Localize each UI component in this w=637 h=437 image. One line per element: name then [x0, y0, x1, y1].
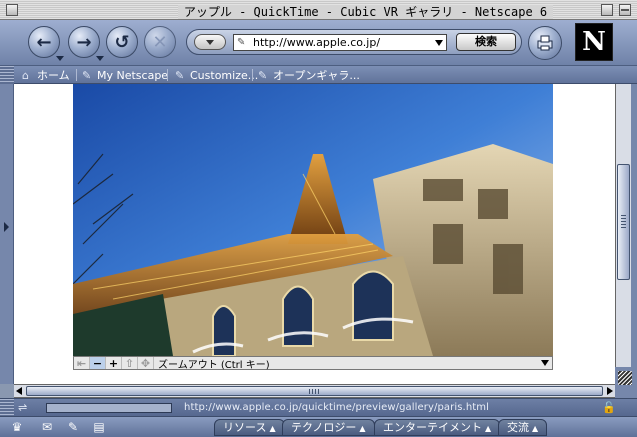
- navigator-icon[interactable]: ♛: [8, 420, 26, 434]
- tab-label: エンターテイメント: [383, 421, 482, 434]
- bookmark-icon: ✎: [82, 68, 92, 82]
- progress-bar: [46, 403, 172, 413]
- qt-move-button[interactable]: ✥: [138, 357, 154, 370]
- personal-toolbar: ⌂ ホーム ✎ My Netscape ✎ Customize... ✎ オープ…: [0, 66, 637, 84]
- toolbar-separator: [252, 69, 253, 81]
- qt-zoom-in-button[interactable]: +: [106, 357, 122, 370]
- url-bar-group: ✎ http://www.apple.co.jp/ 検索: [186, 29, 522, 55]
- status-url: http://www.apple.co.jp/quicktime/preview…: [184, 402, 489, 413]
- tab-label: テクノロジー: [291, 421, 357, 434]
- personal-item-my-netscape[interactable]: ✎ My Netscape: [82, 68, 168, 82]
- stop-icon: ✕: [152, 31, 168, 53]
- bookmark-icon: ✎: [258, 68, 268, 82]
- component-bar: ♛ ✉ ✎ ▤ リソース ▲ テクノロジー ▲ エンターテイメント ▲ 交流 ▲: [0, 416, 637, 437]
- qt-menu-icon[interactable]: [538, 357, 552, 369]
- url-history-button[interactable]: [194, 34, 226, 50]
- personal-item-open-gallery[interactable]: ✎ オープンギャラ...: [258, 68, 360, 82]
- qt-back-button[interactable]: ⇤: [74, 357, 90, 370]
- reload-button[interactable]: ↺: [106, 26, 138, 58]
- bookmark-icon: ✎: [175, 68, 185, 82]
- navigation-toolbar: ← → ↺ ✕ ✎ http://www.apple.co.jp/ 検索 N: [0, 20, 637, 66]
- print-icon: [537, 35, 553, 51]
- caret-up-icon: ▲: [269, 424, 276, 433]
- url-field[interactable]: ✎ http://www.apple.co.jp/: [233, 34, 447, 51]
- zoom-box[interactable]: [601, 4, 613, 16]
- logo-letter: N: [582, 27, 606, 57]
- toolbar-separator: [167, 69, 168, 81]
- toolbar-separator: [76, 69, 77, 81]
- personal-item-label: Customize...: [190, 68, 259, 82]
- statusbar-grip[interactable]: [0, 399, 14, 417]
- vertical-scrollbar[interactable]: [615, 84, 631, 384]
- netscape-logo[interactable]: N: [575, 23, 613, 61]
- personal-item-label: オープンギャラ...: [273, 69, 360, 82]
- qt-zoom-out-button[interactable]: −: [90, 357, 106, 370]
- connection-icon: ⇌: [18, 401, 28, 414]
- paris-panorama-image: [73, 84, 553, 356]
- tab-entertainment[interactable]: エンターテイメント ▲: [374, 419, 501, 436]
- stop-button[interactable]: ✕: [144, 26, 176, 58]
- window-edge-right: [631, 84, 637, 384]
- resize-grip[interactable]: [615, 367, 637, 398]
- reload-icon: ↺: [114, 31, 130, 53]
- title-bar[interactable]: アップル - QuickTime - Cubic VR ギャラリ - Netsc…: [0, 0, 637, 20]
- close-box[interactable]: [6, 4, 18, 16]
- qt-hotspot-button[interactable]: ⇧: [122, 357, 138, 370]
- page-content: ⇤ − + ⇧ ✥ ズームアウト (Ctrl キー): [14, 84, 615, 384]
- horizontal-scrollbar[interactable]: [14, 384, 615, 398]
- tab-label: 交流: [507, 421, 529, 434]
- quicktime-controller: ⇤ − + ⇧ ✥ ズームアウト (Ctrl キー): [73, 356, 553, 371]
- scroll-right-arrow-icon[interactable]: [607, 387, 613, 395]
- tab-label: リソース: [223, 421, 267, 434]
- qt-status-text: ズームアウト (Ctrl キー): [158, 359, 270, 371]
- back-history-dropdown[interactable]: [56, 56, 64, 61]
- forward-arrow-icon: →: [76, 31, 92, 53]
- address-book-icon[interactable]: ▤: [90, 420, 108, 434]
- caret-up-icon: ▲: [532, 424, 539, 433]
- forward-button[interactable]: →: [68, 26, 100, 58]
- composer-icon[interactable]: ✎: [64, 420, 82, 434]
- horizontal-scroll-thumb[interactable]: [26, 386, 603, 396]
- back-arrow-icon: ←: [36, 31, 52, 53]
- mail-icon[interactable]: ✉: [38, 420, 56, 434]
- personal-item-label: ホーム: [37, 69, 70, 82]
- window-title-text: アップル - QuickTime - Cubic VR ギャラリ - Netsc…: [177, 5, 554, 19]
- personal-item-label: My Netscape: [97, 68, 169, 82]
- vertical-scroll-thumb[interactable]: [617, 164, 630, 280]
- sidebar-toggle[interactable]: [0, 84, 14, 384]
- home-icon: ⌂: [22, 68, 29, 82]
- tab-resources[interactable]: リソース ▲: [214, 419, 285, 436]
- url-text[interactable]: http://www.apple.co.jp/: [253, 36, 432, 49]
- caret-up-icon: ▲: [485, 424, 492, 433]
- print-button[interactable]: [528, 26, 562, 60]
- window-title: アップル - QuickTime - Cubic VR ギャラリ - Netsc…: [140, 3, 591, 20]
- caret-up-icon: ▲: [359, 424, 366, 433]
- personal-item-home[interactable]: ⌂ ホーム: [22, 68, 70, 82]
- toolbar-grip[interactable]: [0, 66, 14, 84]
- page-icon: ✎: [237, 36, 246, 48]
- scroll-left-arrow-icon[interactable]: [16, 387, 22, 395]
- back-button[interactable]: ←: [28, 26, 60, 58]
- tab-community[interactable]: 交流 ▲: [498, 419, 548, 436]
- status-bar: ⇌ http://www.apple.co.jp/quicktime/previ…: [0, 398, 637, 417]
- search-button[interactable]: 検索: [456, 33, 516, 51]
- url-dropdown-icon[interactable]: [432, 35, 446, 50]
- forward-history-dropdown[interactable]: [96, 56, 104, 61]
- security-lock-icon[interactable]: 🔓: [602, 402, 616, 414]
- tab-technology[interactable]: テクノロジー ▲: [282, 419, 375, 436]
- collapse-box[interactable]: [619, 4, 631, 16]
- personal-item-customize[interactable]: ✎ Customize...: [175, 68, 258, 82]
- vr-panorama[interactable]: [73, 84, 553, 356]
